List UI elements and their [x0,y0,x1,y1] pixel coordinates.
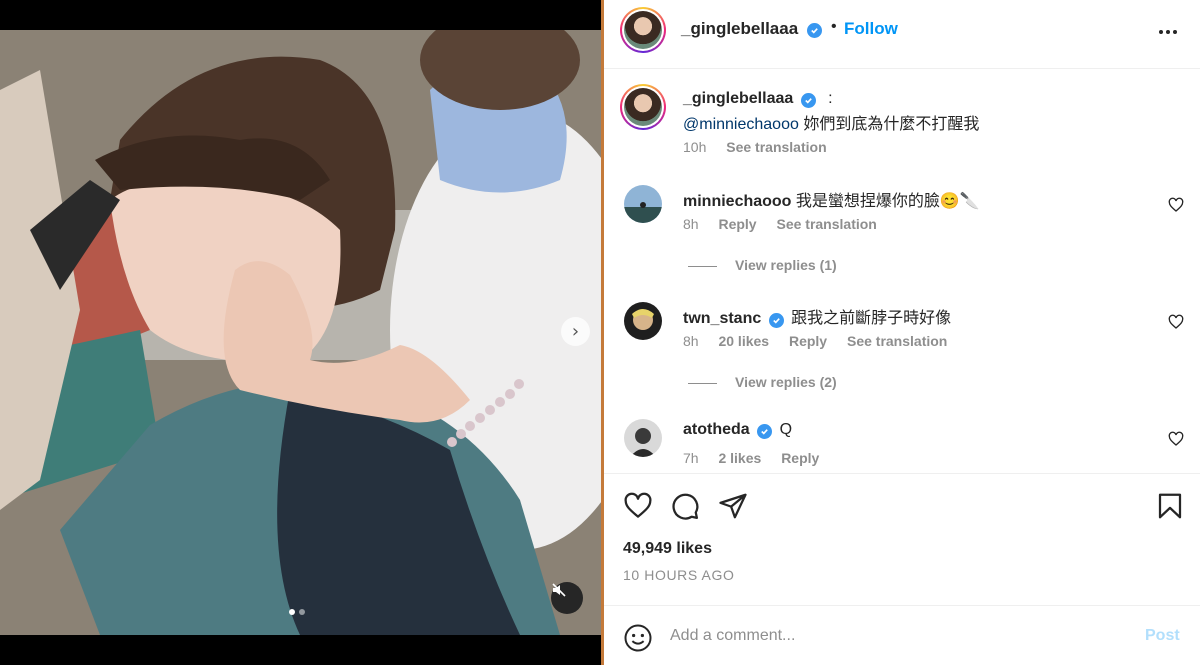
comment-item: minniechaooo 我是蠻想捏爆你的臉😊🔪 8h Reply See tr… [604,185,1200,285]
comment-item: atotheda Q 7h 2 likes Reply [604,419,1200,473]
reply-button[interactable]: Reply [718,216,756,232]
carousel-next-button[interactable]: › [561,317,590,346]
bookmark-icon[interactable] [1155,491,1185,521]
comment-text: 跟我之前斷脖子時好像 [791,310,952,327]
heart-icon[interactable] [623,491,653,521]
comment-like-heart-icon[interactable] [1168,314,1184,330]
caption-time: 10h [683,139,707,155]
comment-time: 8h [683,216,699,232]
caption-colon: : [828,90,833,107]
comment-icon[interactable] [670,491,700,521]
likes-count[interactable]: 49,949 likes [623,540,712,558]
commenter-username[interactable]: twn_stanc [683,310,761,327]
comment-time: 8h [683,333,699,349]
header-separator: • [831,18,837,35]
follow-button[interactable]: Follow [844,19,898,39]
post-header: _ginglebellaaa • Follow [604,0,1200,69]
verified-badge-icon [800,93,816,108]
video-frame[interactable] [0,30,601,635]
caption-username[interactable]: _ginglebellaaa [683,90,793,107]
commenter-username[interactable]: minniechaooo [683,193,791,210]
caption-mention-link[interactable]: @minniechaooo [683,116,799,133]
comment-like-heart-icon[interactable] [1168,197,1184,213]
comment-likes-count[interactable]: 20 likes [718,333,769,349]
add-comment-bar: Post [604,605,1200,665]
carousel-indicator [289,609,305,615]
commenter-avatar[interactable] [624,302,662,340]
avatar-image [624,11,662,49]
reply-button[interactable]: Reply [781,450,819,466]
verified-badge-icon [807,23,822,38]
commenter-avatar[interactable] [624,185,662,223]
comment-like-heart-icon[interactable] [1168,431,1184,447]
post-side-panel: _ginglebellaaa • Follow _ginglebellaaa :… [604,0,1200,665]
see-translation-button[interactable]: See translation [726,139,826,155]
post-actions-bar: 49,949 likes 10 HOURS AGO [604,473,1200,604]
comments-list[interactable]: _ginglebellaaa : @minniechaooo 妳們到底為什麼不打… [604,70,1200,473]
carousel-dot [299,609,305,615]
verified-badge-icon [768,313,784,328]
comment-likes-count[interactable]: 2 likes [718,450,761,466]
see-translation-button[interactable]: See translation [847,333,947,349]
post-media: › [0,0,601,665]
comment-item: twn_stanc 跟我之前斷脖子時好像 8h 20 likes Reply S… [604,302,1200,402]
view-replies-button[interactable]: View replies (2) [688,374,837,390]
more-options-icon[interactable] [1156,20,1180,44]
caption-author-avatar[interactable] [620,84,666,130]
caption: _ginglebellaaa : @minniechaooo 妳們到底為什麼不打… [604,84,1200,174]
author-avatar[interactable] [620,7,666,53]
post-timestamp[interactable]: 10 HOURS AGO [623,567,734,583]
video-still [0,30,601,635]
mute-toggle-button[interactable] [551,582,583,614]
comment-time: 7h [683,450,699,466]
commenter-avatar[interactable] [624,419,662,457]
author-username[interactable]: _ginglebellaaa [681,19,798,39]
comment-text: 我是蠻想捏爆你的臉😊🔪 [795,193,980,210]
view-replies-button[interactable]: View replies (1) [688,257,837,273]
verified-badge-icon [757,424,773,439]
share-icon[interactable] [718,491,748,521]
emoji-icon[interactable] [623,623,653,653]
commenter-username[interactable]: atotheda [683,421,750,438]
post-comment-button[interactable]: Post [1145,627,1180,645]
carousel-dot-active [289,609,295,615]
comment-input[interactable] [670,623,1120,649]
comment-text: Q [779,421,793,438]
see-translation-button[interactable]: See translation [776,216,876,232]
reply-button[interactable]: Reply [789,333,827,349]
caption-text: 妳們到底為什麼不打醒我 [803,116,980,133]
speaker-muted-icon [552,583,566,597]
